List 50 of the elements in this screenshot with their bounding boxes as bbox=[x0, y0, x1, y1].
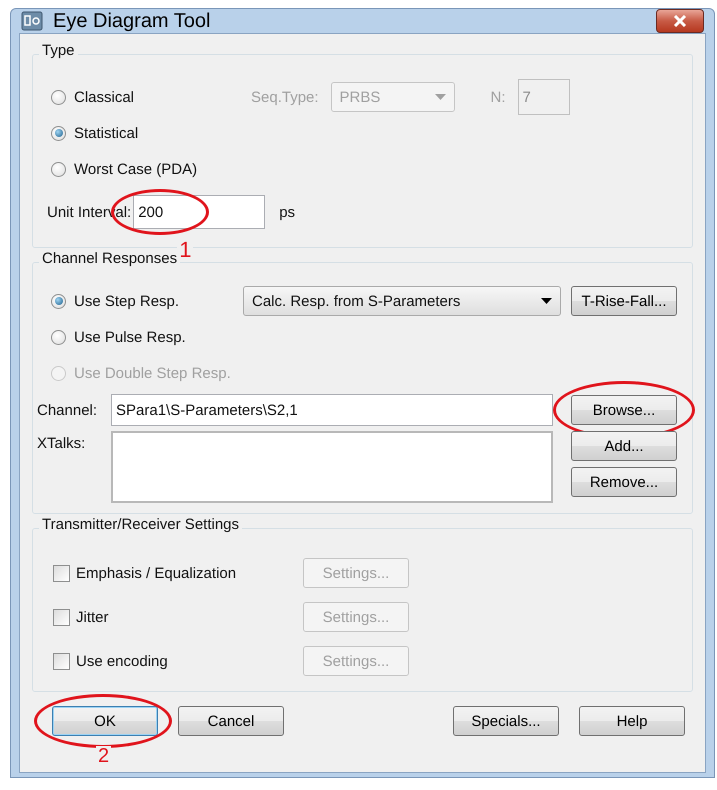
caret-icon bbox=[434, 94, 446, 100]
seq-type-label: Seq.Type: bbox=[251, 88, 319, 106]
checkbox[interactable] bbox=[53, 564, 70, 582]
radio-button[interactable] bbox=[51, 162, 66, 176]
radio-option[interactable]: Use Pulse Resp. bbox=[51, 328, 186, 346]
method-dropdown[interactable]: Calc. Resp. from S-Parameters bbox=[243, 286, 561, 316]
radio-label: Classical bbox=[74, 88, 134, 106]
close-button[interactable] bbox=[656, 9, 704, 33]
xtalk-button[interactable]: Add... bbox=[571, 431, 677, 461]
xtalks-label: XTalks: bbox=[37, 434, 86, 454]
group-title: Channel Responses bbox=[39, 250, 180, 267]
group-title: Type bbox=[39, 42, 78, 59]
checkbox-option[interactable]: Jitter bbox=[53, 608, 303, 626]
xtalks-list[interactable] bbox=[111, 431, 553, 503]
checkbox[interactable] bbox=[53, 652, 70, 670]
radio-option[interactable]: Statistical bbox=[51, 124, 138, 142]
checkbox-option[interactable]: Emphasis / Equalization bbox=[53, 564, 303, 582]
radio-label: Use Pulse Resp. bbox=[74, 328, 186, 346]
channel-label: Channel: bbox=[37, 402, 98, 418]
n-label: N: bbox=[490, 88, 506, 106]
radio-label: Use Step Resp. bbox=[74, 292, 180, 310]
caret-icon bbox=[541, 298, 552, 304]
radio-button[interactable] bbox=[51, 330, 66, 344]
dialog-button[interactable]: Specials... bbox=[453, 706, 559, 736]
channel-field[interactable]: SPara1\S-Parameters\S2,1 bbox=[111, 394, 553, 426]
radio-button[interactable] bbox=[51, 294, 66, 308]
browse-button[interactable]: Browse... bbox=[571, 395, 677, 425]
checkbox-label: Use encoding bbox=[76, 652, 168, 670]
group-title: Transmitter/Receiver Settings bbox=[39, 516, 242, 533]
radio-option[interactable]: Classical bbox=[51, 88, 134, 106]
rise-fall-button[interactable]: T-Rise-Fall... bbox=[571, 286, 677, 316]
radio-button[interactable] bbox=[51, 90, 66, 104]
radio-label: Worst Case (PDA) bbox=[74, 160, 198, 178]
radio-option[interactable]: Use Step Resp. bbox=[51, 292, 180, 310]
checkbox[interactable] bbox=[53, 608, 70, 626]
checkbox-label: Jitter bbox=[76, 608, 109, 626]
dialog-button[interactable]: OK bbox=[52, 706, 158, 736]
radio-option[interactable]: Worst Case (PDA) bbox=[51, 160, 198, 178]
unit-label: ps bbox=[279, 204, 296, 220]
app-icon bbox=[21, 10, 43, 32]
xtalk-button[interactable]: Remove... bbox=[571, 467, 677, 497]
dialog-button[interactable]: Cancel bbox=[178, 706, 284, 736]
unit-interval-field[interactable]: 200 bbox=[133, 195, 266, 229]
checkbox-label: Emphasis / Equalization bbox=[76, 564, 236, 582]
radio-label: Statistical bbox=[74, 124, 138, 142]
window-title: Eye Diagram Tool bbox=[53, 10, 212, 32]
checkbox-option[interactable]: Use encoding bbox=[53, 652, 303, 670]
close-icon bbox=[673, 15, 687, 27]
dialog-button[interactable]: Help bbox=[579, 706, 685, 736]
radio-button[interactable] bbox=[51, 126, 66, 140]
